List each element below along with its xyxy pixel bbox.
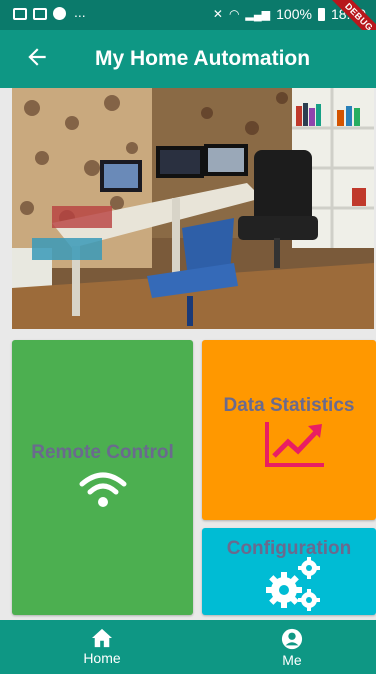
arrow-back-icon[interactable]	[24, 44, 50, 75]
battery-icon	[317, 7, 325, 21]
image-notification-icon	[13, 7, 27, 20]
page-title: My Home Automation	[95, 47, 311, 70]
account-circle-icon	[281, 628, 303, 650]
nav-home-label: Home	[83, 650, 121, 666]
remote-control-tile[interactable]: Remote Control	[12, 340, 193, 615]
home-icon	[92, 628, 112, 648]
trending-up-icon	[264, 420, 326, 473]
remote-control-label: Remote Control	[31, 442, 174, 463]
bottom-navigation: Home Me	[0, 620, 376, 674]
notification-icons: ...	[13, 3, 86, 20]
status-bar: ... ✕ ◠ ▂▄▆ 100% 18:40 DEBUG	[0, 0, 376, 47]
app-notification-icon	[53, 7, 66, 20]
data-statistics-tile[interactable]: Data Statistics	[202, 340, 376, 520]
mute-icon: ✕	[212, 7, 223, 21]
more-notifications: ...	[74, 3, 86, 20]
battery-percent: 100%	[276, 6, 312, 22]
signal-icon: ▂▄▆	[245, 8, 271, 21]
gears-icon	[264, 556, 324, 619]
wifi-status-icon: ◠	[228, 7, 240, 21]
data-statistics-label: Data Statistics	[223, 395, 355, 416]
home-office-photo	[12, 88, 374, 329]
nav-me[interactable]: Me	[252, 628, 332, 668]
wifi-icon	[78, 470, 128, 513]
nav-me-label: Me	[282, 652, 302, 668]
configuration-tile[interactable]: Configuration	[202, 528, 376, 615]
app-bar: My Home Automation	[0, 30, 376, 88]
message-notification-icon	[33, 7, 47, 20]
nav-home[interactable]: Home	[62, 628, 142, 666]
